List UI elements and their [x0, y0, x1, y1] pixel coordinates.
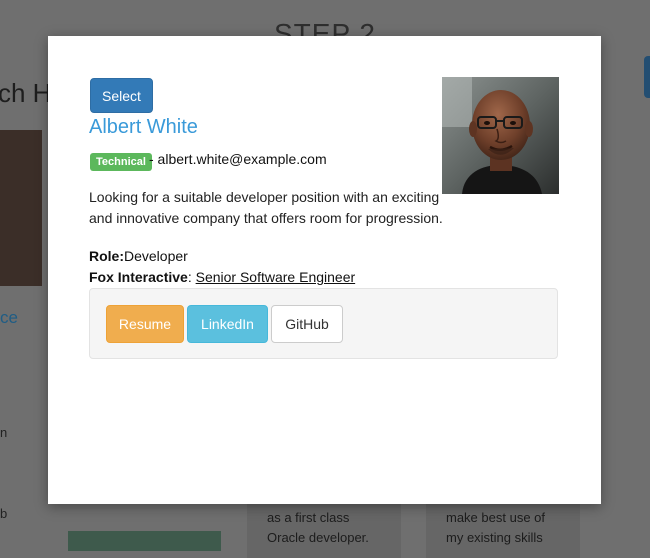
- role-value: Developer: [124, 248, 188, 264]
- background-button: [644, 56, 650, 98]
- company-name: Fox Interactive: [89, 269, 188, 285]
- background-text-fragment: n: [0, 425, 8, 440]
- select-button[interactable]: Select: [90, 78, 153, 113]
- bio-line: and innovative company that offers room …: [89, 210, 443, 226]
- card-text-line: make best use of: [446, 510, 545, 525]
- candidate-email: - albert.white@example.com: [149, 151, 327, 167]
- resume-button[interactable]: Resume: [106, 305, 184, 343]
- background-heading: ch H: [0, 78, 52, 108]
- candidate-photo: [442, 77, 559, 194]
- card-text-line: as a first class: [267, 510, 350, 525]
- card-text-line: Oracle developer.: [267, 530, 369, 545]
- background-photo: [0, 130, 42, 286]
- role-line: Role:Developer: [89, 248, 188, 264]
- background-link: ce: [0, 308, 18, 327]
- background-thumbnail: [68, 531, 221, 551]
- card-text-line: my existing skills: [446, 530, 543, 545]
- github-button[interactable]: GitHub: [271, 305, 343, 343]
- background-card: make best use of my existing skills: [426, 498, 580, 558]
- background-card: as a first class Oracle developer.: [247, 498, 401, 558]
- company-separator: :: [187, 269, 196, 285]
- role-label: Role:: [89, 248, 124, 264]
- company-line: Fox Interactive: Senior Software Enginee…: [89, 269, 355, 285]
- candidate-name[interactable]: Albert White: [89, 116, 198, 139]
- category-badge: Technical: [90, 153, 152, 171]
- background-text-fragment: b: [0, 506, 8, 521]
- position-link[interactable]: Senior Software Engineer: [196, 269, 356, 285]
- candidate-bio: Looking for a suitable developer positio…: [89, 187, 449, 229]
- linkedin-button[interactable]: LinkedIn: [187, 305, 268, 343]
- candidate-modal: Select Albert White Technical - albert.w…: [48, 36, 601, 504]
- links-panel: Resume LinkedIn GitHub: [89, 288, 558, 359]
- bio-line: Looking for a suitable developer positio…: [89, 189, 440, 205]
